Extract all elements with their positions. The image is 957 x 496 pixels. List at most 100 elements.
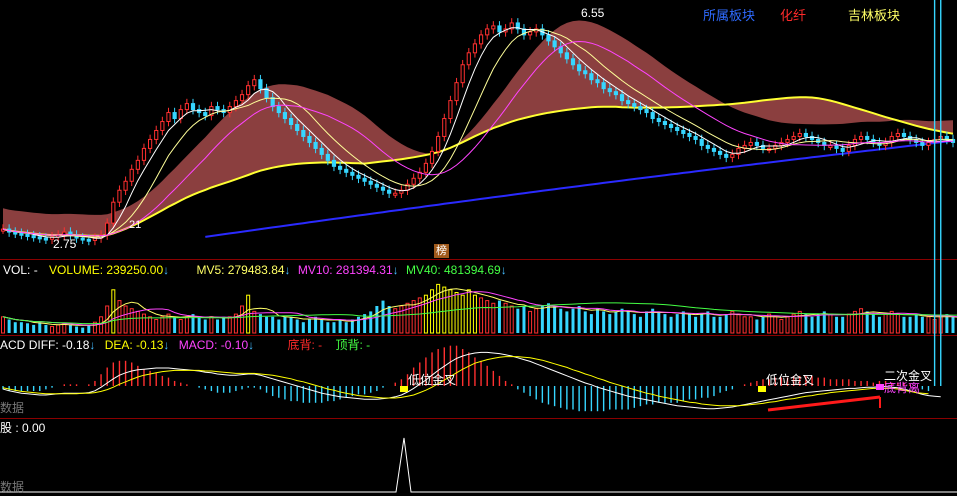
price-candle-body: [337, 165, 343, 170]
volume-bar: [895, 313, 900, 334]
price-candle-body: [920, 141, 925, 146]
signal-marker-2: [758, 386, 766, 392]
volume-bar: [712, 316, 716, 333]
price-candle-body: [865, 135, 870, 140]
volume-bar: [700, 314, 704, 333]
price-candle-body: [797, 132, 802, 137]
volume-bar: [835, 316, 839, 333]
volume-bar: [405, 302, 410, 334]
volume-bar: [773, 316, 778, 334]
volume-bar: [485, 300, 490, 334]
volume-bar: [56, 324, 61, 334]
price-candle-body: [307, 135, 312, 143]
macd-header: ACD DIFF: -0.18↓ DEA: -0.13↓ MACD: -0.10…: [0, 338, 370, 352]
price-candle-body: [497, 25, 502, 33]
macd-bottom-div: 底背: -: [287, 338, 323, 352]
volume-bar: [877, 316, 881, 333]
macd-macd: MACD: -0.10: [178, 338, 249, 352]
volume-bar: [338, 319, 342, 333]
volume-bar: [828, 313, 833, 334]
volume-bar: [332, 322, 336, 333]
price-candle-body: [184, 103, 189, 111]
volume-bar: [657, 311, 661, 333]
vol-mv10-arrow: ↓: [392, 263, 399, 277]
volume-bar: [411, 300, 416, 334]
sector-tag-fiber[interactable]: 化纤: [780, 9, 806, 23]
sector-title[interactable]: 所属板块: [703, 9, 755, 23]
volume-bar: [81, 327, 85, 333]
clipped-price-label: 21: [129, 219, 142, 231]
volume-bar: [166, 313, 171, 334]
price-candle-body: [577, 64, 582, 72]
price-candle-body: [754, 141, 759, 146]
volume-bar: [197, 316, 201, 333]
signal-low-cross-1: 低位金叉: [408, 373, 457, 387]
volume-bar: [614, 311, 618, 333]
volume-bar: [13, 322, 17, 333]
price-candle-body: [662, 121, 668, 126]
volume-bar: [301, 322, 305, 333]
volume-bar: [32, 324, 36, 333]
macd-name: ACD: [0, 338, 26, 352]
price-candle-body: [570, 58, 576, 66]
price-candle-body: [436, 135, 441, 152]
volume-bar: [203, 319, 207, 333]
volume-bar: [797, 310, 802, 334]
price-candle-body: [491, 25, 496, 30]
price-candle-body: [460, 64, 465, 84]
price-candle-body: [147, 138, 153, 149]
price-candle-body: [448, 100, 453, 120]
volume-bar: [26, 323, 30, 333]
rank-badge[interactable]: 榜: [434, 244, 449, 258]
volume-header: VOL: - VOLUME: 239250.00↓ MV5: 279483.84…: [3, 263, 507, 277]
price-candle-body: [25, 233, 30, 237]
volume-bar: [240, 305, 245, 334]
sector-tag-jilin[interactable]: 吉林板块: [848, 9, 900, 23]
volume-bar: [559, 308, 563, 333]
vol-volume-arrow: ↓: [163, 263, 170, 277]
volume-bar: [779, 319, 784, 334]
volume-bar: [718, 316, 722, 333]
volume-bar: [534, 308, 539, 334]
price-candle-body: [699, 138, 704, 146]
volume-bar: [816, 314, 820, 333]
volume-bar: [363, 314, 367, 333]
volume-bar: [565, 311, 569, 333]
volume-bar: [589, 314, 593, 333]
price-candle-body: [478, 34, 484, 45]
price-candle-body: [656, 118, 661, 123]
price-candle-body: [583, 70, 588, 75]
volume-bar: [626, 311, 630, 333]
price-candle-body: [895, 132, 900, 137]
price-candle-body: [86, 238, 91, 242]
price-candle-body: [564, 52, 569, 60]
price-candle-body: [619, 94, 625, 102]
volume-bar: [669, 316, 673, 333]
price-candle-body: [313, 141, 318, 149]
price-candle-body: [160, 121, 165, 131]
price-candle-body: [276, 106, 281, 114]
volume-bar: [399, 305, 404, 334]
volume-bar: [68, 324, 72, 333]
stock-chart[interactable]: [0, 0, 957, 496]
volume-bar: [926, 316, 931, 334]
volume-bar: [173, 316, 177, 333]
volume-bar: [706, 311, 710, 333]
volume-bar: [227, 316, 232, 334]
price-candle-body: [901, 132, 907, 137]
volume-bar: [258, 314, 262, 333]
vol-name: VOL:: [3, 263, 31, 277]
macd-diff: DIFF: -0.18: [28, 338, 90, 352]
volume-bar: [920, 316, 924, 333]
low-price-label: 2.75: [53, 237, 77, 251]
volume-bar: [503, 302, 508, 334]
volume-bar: [785, 316, 790, 334]
volume-bar: [755, 319, 759, 333]
volume-bar: [571, 308, 575, 333]
volume-bar: [135, 310, 140, 334]
price-candle-body: [828, 144, 833, 148]
price-candle-body: [252, 79, 257, 87]
price-candle-body: [37, 236, 42, 240]
volume-bar: [154, 319, 159, 334]
vol-dash: -: [33, 263, 38, 277]
